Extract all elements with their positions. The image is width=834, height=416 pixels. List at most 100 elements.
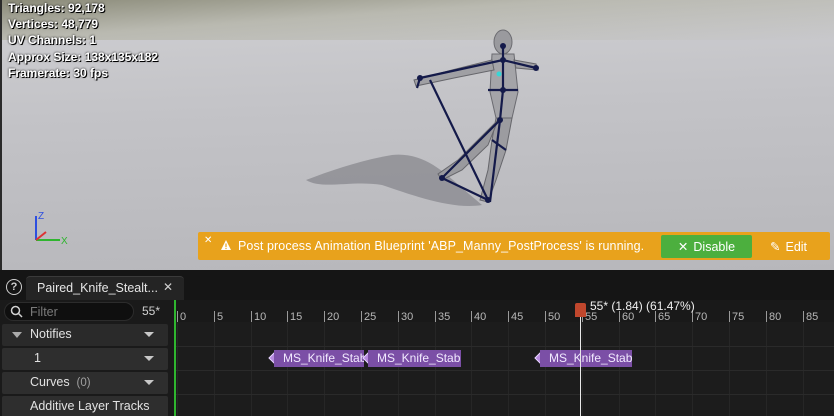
pencil-icon: ✎	[770, 240, 781, 254]
ruler-tick-label: 50	[548, 311, 561, 323]
ruler-tick	[361, 311, 362, 322]
ruler-tick-label: 70	[695, 311, 708, 323]
tab-label: Paired_Knife_Stealt...	[37, 281, 158, 295]
grid-line	[619, 322, 620, 416]
disable-button[interactable]: ✕ Disable	[661, 235, 752, 258]
stat-approx-size: Approx Size: 138x135x182	[8, 49, 159, 64]
ruler-tick-label: 45	[511, 311, 524, 323]
ruler-tick	[435, 311, 436, 322]
playhead-handle[interactable]	[575, 303, 586, 317]
ruler-tick	[803, 311, 804, 322]
grid-line	[508, 322, 509, 416]
character-mesh[interactable]	[292, 20, 552, 220]
lane-separator	[174, 346, 834, 347]
ruler-tick-label: 15	[290, 311, 303, 323]
track-notifies[interactable]: Notifies	[2, 324, 168, 346]
notify-ms-knife-stab-2[interactable]: MS_Knife_Stab	[368, 350, 461, 367]
ruler-tick-label: 0	[180, 311, 187, 323]
grid-line	[324, 322, 325, 416]
edit-button[interactable]: ✎ Edit	[770, 235, 822, 258]
ruler-tick-label: 10	[254, 311, 267, 323]
disable-button-label: Disable	[693, 239, 736, 254]
current-frame-readout: 55*	[142, 304, 161, 318]
ruler-tick-label: 30	[401, 311, 414, 323]
start-marker-line	[174, 300, 176, 416]
ruler-tick	[324, 311, 325, 322]
close-icon: ✕	[677, 240, 689, 254]
ruler-tick	[214, 311, 215, 322]
stat-uv-channels: UV Channels: 1	[8, 33, 97, 48]
ruler-tick	[729, 311, 730, 322]
lane-separator	[174, 394, 834, 395]
grid-line	[803, 322, 804, 416]
track-curves-label: Curves (0)	[30, 375, 91, 389]
grid-line	[251, 322, 252, 416]
grid-line	[435, 322, 436, 416]
curves-text: Curves	[30, 375, 70, 389]
chevron-down-icon[interactable]	[144, 332, 154, 337]
ruler-tick	[177, 311, 178, 322]
ruler-tick	[471, 311, 472, 322]
tab-paired-knife-stealth[interactable]: Paired_Knife_Stealt... ✕	[26, 276, 184, 300]
notification-message: Post process Animation Blueprint 'ABP_Ma…	[238, 239, 645, 253]
track-notify-1[interactable]: 1	[2, 348, 168, 370]
help-icon[interactable]: ?	[6, 279, 22, 295]
track-additive-label: Additive Layer Tracks	[30, 399, 150, 413]
axis-gizmo-icon: Z X	[35, 211, 68, 247]
collapse-arrow-icon[interactable]	[12, 332, 22, 338]
playhead-line[interactable]	[580, 310, 581, 416]
close-icon[interactable]: ✕	[204, 235, 212, 246]
viewport-stats: Triangles: 92,178 Vertices: 48,779 UV Ch…	[8, 0, 158, 81]
stat-framerate: Framerate: 30 fps	[8, 65, 109, 80]
notify-ms-knife-stab-1[interactable]: MS_Knife_Stab	[274, 350, 364, 367]
track-additive-layers[interactable]: Additive Layer Tracks	[2, 396, 168, 416]
grid-line	[177, 322, 178, 416]
edit-button-label: Edit	[785, 239, 808, 254]
ruler-tick-label: 5	[217, 311, 224, 323]
ruler-tick	[766, 311, 767, 322]
ruler-tick-label: 40	[474, 311, 487, 323]
ruler-tick	[398, 311, 399, 322]
grid-line	[398, 322, 399, 416]
chevron-down-icon[interactable]	[144, 356, 154, 361]
filter-search-box[interactable]	[4, 302, 134, 321]
ruler-tick-label: 75	[732, 311, 745, 323]
grid-line	[655, 322, 656, 416]
track-notifies-label: Notifies	[30, 327, 72, 341]
grid-line	[766, 322, 767, 416]
playhead-readout: 55* (1.84) (61.47%)	[590, 299, 695, 313]
stat-triangles: Triangles: 92,178	[8, 1, 105, 15]
gizmo-x-label: X	[61, 236, 68, 247]
grid-line	[729, 322, 730, 416]
grid-line	[692, 322, 693, 416]
track-notify-1-label: 1	[34, 351, 41, 365]
stat-vertices: Vertices: 48,779	[8, 17, 99, 32]
ruler-tick	[287, 311, 288, 322]
ruler-tick	[508, 311, 509, 322]
search-icon	[10, 305, 23, 318]
ruler-tick-label: 20	[327, 311, 340, 323]
curves-count: (0)	[76, 377, 91, 389]
chevron-down-icon[interactable]	[144, 380, 154, 385]
grid-line	[287, 322, 288, 416]
ruler-tick	[545, 311, 546, 322]
grid-line	[214, 322, 215, 416]
grid-line	[545, 322, 546, 416]
grid-line	[471, 322, 472, 416]
animation-viewport[interactable]: Triangles: 92,178 Vertices: 48,779 UV Ch…	[0, 0, 834, 270]
post-process-notification: ✕ Post process Animation Blueprint 'ABP_…	[198, 232, 830, 260]
gizmo-z-label: Z	[38, 211, 44, 222]
grid-line	[582, 322, 583, 416]
close-icon[interactable]: ✕	[163, 280, 173, 294]
warning-icon	[221, 240, 231, 250]
lane-separator	[174, 370, 834, 371]
notify-ms-knife-stab-3[interactable]: MS_Knife_Stab	[540, 350, 632, 367]
ruler-tick-label: 35	[438, 311, 451, 323]
filter-input[interactable]	[30, 304, 130, 320]
grid-line	[361, 322, 362, 416]
ruler-tick-label: 85	[806, 311, 819, 323]
ruler-tick-label: 25	[364, 311, 377, 323]
track-curves[interactable]: Curves (0)	[2, 372, 168, 394]
ruler-tick-label: 80	[769, 311, 782, 323]
ruler-tick	[251, 311, 252, 322]
